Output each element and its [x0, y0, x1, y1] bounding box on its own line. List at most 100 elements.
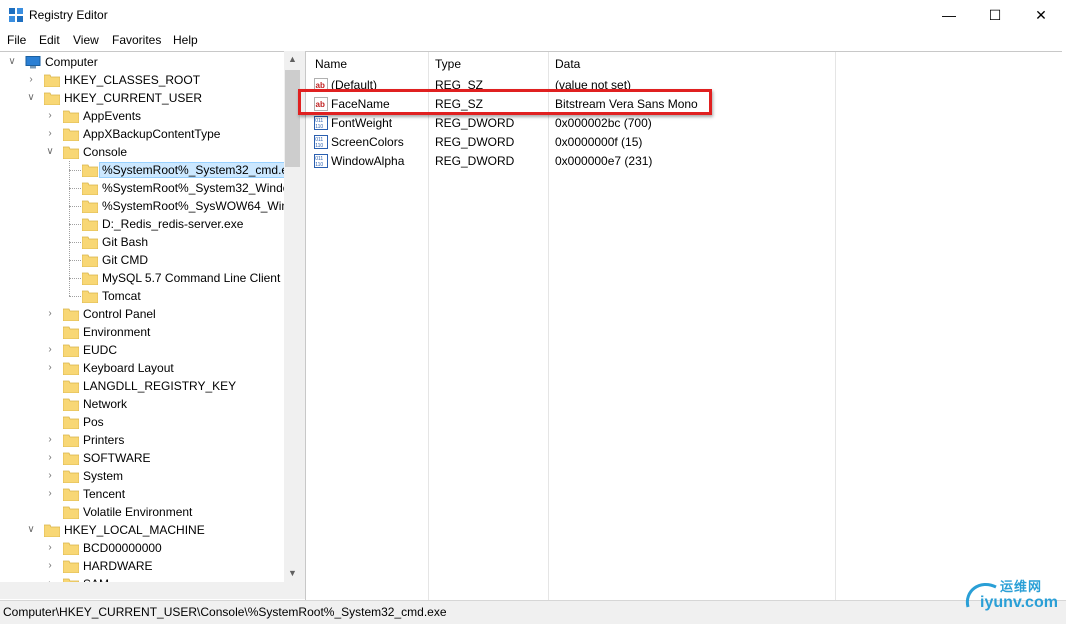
tree-node-hkcu-child[interactable]: › EUDC: [0, 341, 283, 359]
minimize-icon: —: [942, 7, 956, 23]
tree-node-label: Keyboard Layout: [83, 361, 174, 375]
folder-icon: [62, 128, 80, 142]
tree-node-console-child[interactable]: Tomcat: [0, 287, 283, 305]
tree-node-label: AppXBackupContentType: [83, 127, 221, 141]
minimize-button[interactable]: —: [926, 0, 972, 30]
column-header-type[interactable]: Type: [435, 56, 461, 73]
expand-chevron-icon[interactable]: ›: [45, 451, 55, 465]
folder-icon: [62, 488, 80, 502]
tree-node-hkcu-child[interactable]: › System: [0, 467, 283, 485]
watermark-en-text: iyunv.com: [980, 594, 1058, 611]
folder-icon: [62, 560, 80, 574]
value-row[interactable]: 011 110 FontWeight REG_DWORD 0x000002bc (700…: [306, 114, 1061, 133]
folder-icon: [81, 182, 99, 196]
registry-tree[interactable]: ∨ Computer › HKEY_CLASSES_ROOT ∨ HKEY_CURRENT…: [0, 51, 301, 583]
expand-chevron-icon[interactable]: ›: [45, 433, 55, 447]
expand-chevron-icon[interactable]: ›: [45, 361, 55, 375]
tree-node-hklm-child[interactable]: › BCD00000000: [0, 539, 283, 557]
tree-node-console-child[interactable]: MySQL 5.7 Command Line Client - Unicode: [0, 269, 301, 287]
expand-chevron-icon[interactable]: ›: [45, 469, 55, 483]
svg-text:110: 110: [315, 143, 323, 149]
maximize-button[interactable]: ☐: [972, 0, 1018, 30]
tree-node-label: D:_Redis_redis-server.exe: [102, 217, 244, 231]
menu-file[interactable]: File: [7, 33, 26, 47]
tree-node-hkcu-child[interactable]: Network: [0, 395, 283, 413]
tree-node-console[interactable]: ∨ Console: [0, 143, 283, 161]
tree-node-hklm[interactable]: ∨ HKEY_LOCAL_MACHINE: [0, 521, 283, 539]
tree-node-console-child[interactable]: Git CMD: [0, 251, 283, 269]
collapse-chevron-icon[interactable]: ∨: [26, 523, 36, 537]
value-row[interactable]: 011 110 WindowAlpha REG_DWORD 0x000000e7 (23…: [306, 152, 1061, 171]
tree-node-console-child[interactable]: %SystemRoot%_System32_WindowsPowerShell: [0, 179, 301, 197]
scroll-thumb[interactable]: [285, 70, 300, 167]
menu-view[interactable]: View: [73, 33, 99, 47]
binary-value-icon: 011 110: [314, 116, 328, 130]
scroll-down-icon[interactable]: ▼: [284, 565, 301, 582]
menu-help[interactable]: Help: [173, 33, 198, 47]
tree-node-label: Network: [83, 397, 128, 411]
window-title: Registry Editor: [29, 8, 108, 22]
expand-chevron-icon[interactable]: ›: [45, 127, 55, 141]
tree-node-console-child[interactable]: %SystemRoot%_SysWOW64_WindowsPowerShell: [0, 197, 301, 215]
folder-icon: [62, 380, 80, 394]
folder-icon: [62, 434, 80, 448]
tree-node-hkcr[interactable]: › HKEY_CLASSES_ROOT: [0, 71, 283, 89]
tree-node-label: Git CMD: [102, 253, 148, 267]
tree-node-hklm-child[interactable]: › HARDWARE: [0, 557, 283, 575]
tree-node-hkcu[interactable]: ∨ HKEY_CURRENT_USER: [0, 89, 283, 107]
value-type: REG_DWORD: [435, 154, 515, 168]
tree-node-hkcu-child[interactable]: › Tencent: [0, 485, 283, 503]
close-button[interactable]: ✕: [1018, 0, 1064, 30]
folder-icon: [62, 146, 80, 160]
tree-node-hkcu-child[interactable]: › Control Panel: [0, 305, 283, 323]
expand-chevron-icon[interactable]: ›: [45, 487, 55, 501]
tree-node-label: Computer: [45, 55, 98, 69]
tree-vertical-scrollbar[interactable]: ▲ ▼: [284, 51, 301, 582]
folder-icon: [62, 452, 80, 466]
scroll-up-icon[interactable]: ▲: [284, 51, 301, 68]
tree-node-label: AppEvents: [83, 109, 142, 123]
tree-node-console-child[interactable]: D:_Redis_redis-server.exe: [0, 215, 283, 233]
tree-node-label: System: [83, 469, 124, 483]
menu-edit[interactable]: Edit: [39, 33, 60, 47]
expand-chevron-icon[interactable]: ›: [45, 541, 55, 555]
tree-node-label: HKEY_CURRENT_USER: [64, 91, 203, 105]
tree-node-label: Tomcat: [102, 289, 141, 303]
title-bar: Registry Editor — ☐ ✕: [0, 0, 1066, 30]
tree-node-label: MySQL 5.7 Command Line Client - Unicode: [102, 271, 301, 285]
folder-icon: [81, 254, 99, 268]
expand-chevron-icon[interactable]: ›: [45, 343, 55, 357]
tree-node-console-child[interactable]: %SystemRoot%_System32_cmd.exe: [0, 161, 301, 179]
tree-connector-line: [69, 161, 70, 296]
expand-chevron-icon[interactable]: ›: [45, 559, 55, 573]
expand-chevron-icon: [45, 505, 55, 519]
tree-node-hkcu-child[interactable]: LANGDLL_REGISTRY_KEY: [0, 377, 283, 395]
tree-node-hkcu-child[interactable]: Pos: [0, 413, 283, 431]
tree-node-hkcu-child[interactable]: Environment: [0, 323, 283, 341]
tree-node-hkcu-child[interactable]: › Printers: [0, 431, 283, 449]
tree-node-hkcu-child[interactable]: › Keyboard Layout: [0, 359, 283, 377]
tree-node-label: Console: [83, 145, 128, 159]
folder-icon: [62, 470, 80, 484]
expand-chevron-icon[interactable]: ›: [45, 109, 55, 123]
collapse-chevron-icon[interactable]: ∨: [7, 55, 17, 69]
watermark-logo: 运维网 iyunv.com: [962, 575, 1062, 615]
expand-chevron-icon[interactable]: ›: [26, 73, 36, 87]
menu-favorites[interactable]: Favorites: [112, 33, 161, 47]
tree-horizontal-scrollbar[interactable]: [0, 582, 301, 599]
column-header-data[interactable]: Data: [555, 56, 580, 73]
values-list[interactable]: Name Type Data ab (Default) REG_SZ (value n…: [305, 51, 1062, 600]
column-header-name[interactable]: Name: [315, 56, 347, 73]
collapse-chevron-icon[interactable]: ∨: [26, 91, 36, 105]
tree-node-appevents[interactable]: › AppEvents: [0, 107, 283, 125]
tree-node-hkcu-child[interactable]: › SOFTWARE: [0, 449, 283, 467]
tree-node-console-child[interactable]: Git Bash: [0, 233, 283, 251]
value-row[interactable]: 011 110 ScreenColors REG_DWORD 0x0000000f (1…: [306, 133, 1061, 152]
folder-icon: [81, 290, 99, 304]
tree-node-appxbackup[interactable]: › AppXBackupContentType: [0, 125, 283, 143]
tree-node-hkcu-child[interactable]: Volatile Environment: [0, 503, 283, 521]
expand-chevron-icon[interactable]: ›: [45, 307, 55, 321]
tree-node-label: %SystemRoot%_System32_WindowsPowerShell: [102, 181, 301, 195]
collapse-chevron-icon[interactable]: ∨: [45, 145, 55, 159]
tree-node-computer[interactable]: ∨ Computer: [0, 53, 283, 71]
